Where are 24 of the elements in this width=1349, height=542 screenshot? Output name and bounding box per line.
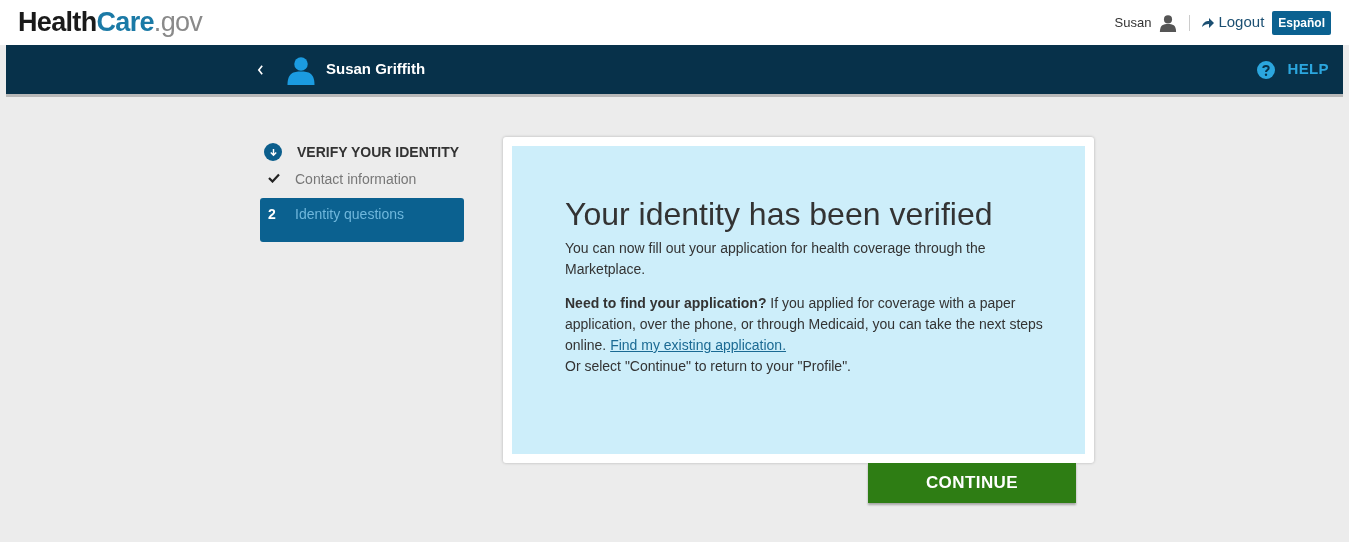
step-label: Identity questions: [295, 205, 404, 224]
step-item[interactable]: 2 Identity questions: [260, 198, 464, 242]
person-icon: [286, 54, 316, 85]
user-icon: [1159, 13, 1178, 32]
help-button[interactable]: HELP: [1257, 58, 1329, 81]
continue-note: Or select "Continue" to return to your "Profile".: [565, 357, 852, 376]
arrow-icon: [1202, 17, 1215, 28]
continue-button[interactable]: CONTINUE: [868, 463, 1076, 503]
find-application-link[interactable]: Find my existing application.: [610, 337, 787, 353]
help-icon: [1257, 60, 1276, 79]
message-title: Your identity has been verified: [565, 195, 994, 234]
user-name: Susan: [1114, 13, 1152, 32]
account-name: Susan Griffith: [326, 59, 426, 80]
healthcare-logo[interactable]: HealthCare.gov: [18, 9, 203, 36]
step-number: 2: [268, 205, 277, 224]
check-icon: [268, 173, 280, 183]
chevron-left-icon: [256, 64, 264, 75]
language-button[interactable]: Español: [1272, 10, 1331, 35]
step-item[interactable]: Contact information: [260, 163, 464, 193]
find-application-text: Need to find your application? If you applied for coverage with a paper application, over the phone, or through Medicaid, you can take the next steps online. Find my existing application.: [565, 294, 1044, 355]
step-label: Contact information: [295, 170, 417, 189]
intro-text: You can now fill out your application for health coverage through the Marketplace.: [565, 239, 987, 279]
logout-link[interactable]: Logout: [1202, 11, 1265, 34]
section-heading: VERIFY YOUR IDENTITY: [297, 142, 460, 162]
